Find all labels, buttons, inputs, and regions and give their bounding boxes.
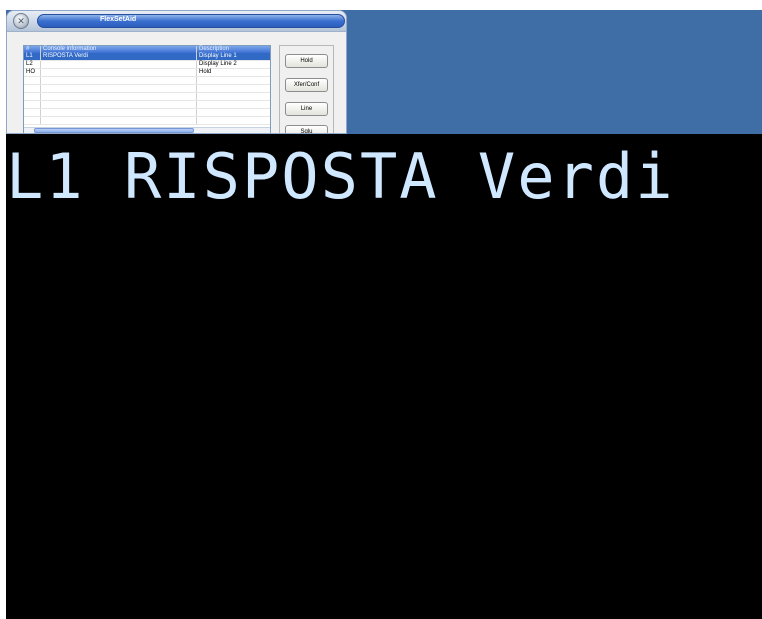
table-row-empty — [24, 85, 270, 93]
xfer-conf-button[interactable]: Xfer/Conf — [285, 78, 328, 92]
row-id: L2 — [24, 61, 41, 68]
row-id: HO — [24, 69, 41, 76]
row-description: Hold — [199, 69, 212, 75]
row-console-info — [41, 61, 197, 68]
column-header-id[interactable]: # — [24, 46, 41, 53]
window-title: FlexSetAid — [100, 16, 137, 23]
table-row-empty — [24, 117, 270, 125]
table-row-empty — [24, 93, 270, 101]
console-list[interactable]: # Console information Description L1 RIS… — [23, 45, 271, 133]
row-description: Display Line 2 — [199, 61, 237, 67]
horizontal-scrollbar[interactable] — [24, 127, 270, 133]
table-row-empty — [24, 109, 270, 117]
row-description: Display Line 1 — [199, 53, 237, 59]
console-display: L1 RISPOSTA Verdi — [6, 134, 762, 619]
row-console-info: RISPOSTA Verdi — [41, 53, 197, 60]
hold-button[interactable]: Hold — [285, 54, 328, 68]
table-row-empty — [24, 77, 270, 85]
display-line-text: L1 RISPOSTA Verdi — [6, 140, 675, 213]
line-button[interactable]: Line — [285, 102, 328, 116]
flexsetaid-window: ✕ FlexSetAid # Console information Descr… — [6, 10, 347, 134]
list-header: # Console information Description — [24, 46, 270, 53]
table-row[interactable]: HO Hold — [24, 69, 270, 77]
sglu-button[interactable]: Sglu — [285, 125, 328, 133]
row-id: L1 — [24, 53, 41, 60]
table-row[interactable]: L1 RISPOSTA Verdi Display Line 1 — [24, 53, 270, 61]
row-console-info — [41, 69, 197, 76]
title-pill: FlexSetAid — [37, 14, 345, 28]
table-row-empty — [24, 101, 270, 109]
column-header-description[interactable]: Description — [197, 46, 270, 53]
table-row[interactable]: L2 Display Line 2 — [24, 61, 270, 69]
title-bar[interactable]: ✕ FlexSetAid — [7, 11, 346, 32]
column-header-console-information[interactable]: Console information — [41, 46, 197, 53]
close-icon[interactable]: ✕ — [13, 13, 29, 29]
scrollbar-thumb[interactable] — [34, 128, 194, 133]
